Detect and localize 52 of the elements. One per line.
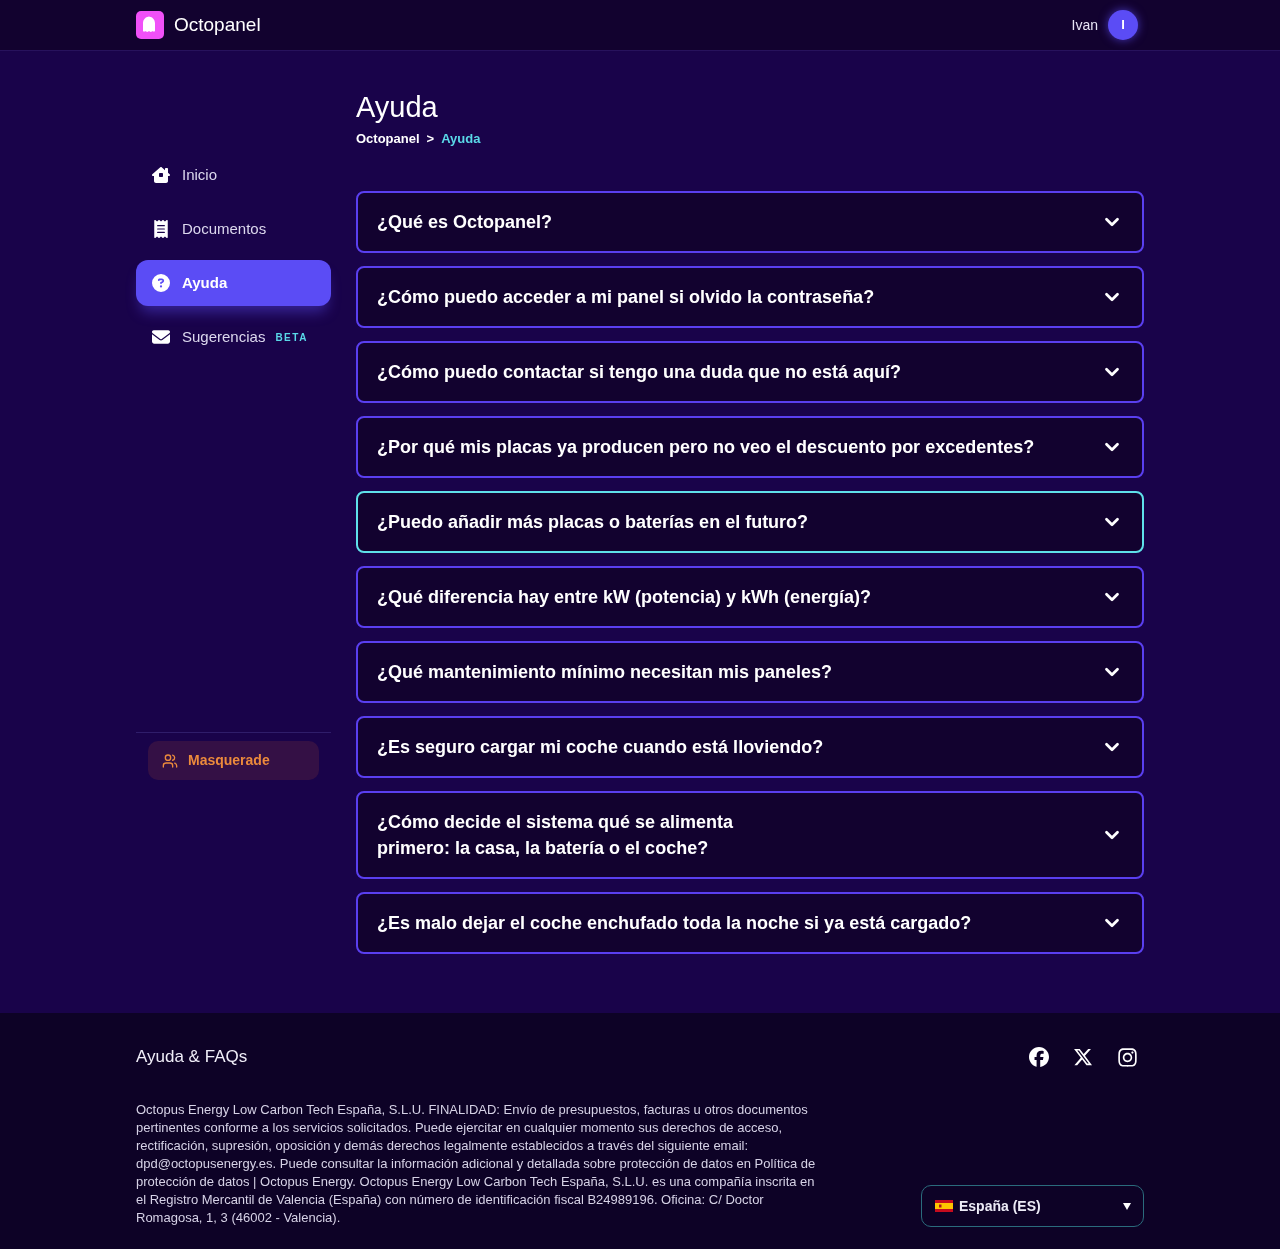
dropdown-caret-icon (1123, 1202, 1131, 1210)
faq-question: ¿Es seguro cargar mi coche cuando está lloviendo? (377, 736, 824, 759)
faq-accordion[interactable]: ¿Es seguro cargar mi coche cuando está lloviendo? (356, 716, 1144, 778)
footer-title: Ayuda & FAQs (136, 1046, 248, 1068)
user-name: Ivan (1071, 16, 1098, 34)
faq-question: ¿Es malo dejar el coche enchufado toda la noche si ya está cargado? (377, 912, 972, 935)
legal-text: Octopus Energy Low Carbon Tech España, S.L.U. FINALIDAD: Envío de presupuestos, facturas u otros documentos pertinentes conforme a los servicios solicitados. Puede ejercitar en cualquier momento sus derechos de acceso, rectificación, supresión, oposición y demás derechos legalmente establecidos a través del siguiente email: dpd@octopusenergy.es. Puede consultar la información adicional y detallada sobre protección de datos en Política de protección de datos | Octopus Energy. Octopus Energy Low Carbon Tech España, S.L.U. es una compañía inscrita en el Registro Mercantil de Valencia (España) con número de identificación fiscal B24989196. Oficina: C/ Doctor Romagosa, 1, 3 (46002 - Valencia). (136, 1101, 817, 1227)
faq-accordion[interactable]: ¿Cómo puedo contactar si tengo una duda que no está aquí? (356, 341, 1144, 403)
page-title: Ayuda (356, 90, 439, 125)
faq-accordion[interactable]: ¿Puedo añadir más placas o baterías en el futuro? (356, 491, 1144, 553)
logo-icon (136, 11, 164, 39)
language-select[interactable]: España (ES) (921, 1185, 1144, 1227)
sidebar-item-label: Documentos (182, 218, 267, 239)
faq-accordion[interactable]: ¿Cómo decide el sistema qué se alimenta primero: la casa, la batería o el coche? (356, 791, 1144, 879)
instagram-icon[interactable] (1117, 1046, 1138, 1068)
faq-accordion[interactable]: ¿Es malo dejar el coche enchufado toda la noche si ya está cargado? (356, 892, 1144, 954)
faq-question: ¿Qué es Octopanel? (377, 211, 553, 234)
faq-question: ¿Qué diferencia hay entre kW (potencia) y kWh (energía)? (377, 586, 872, 609)
sidebar-item[interactable]: Sugerencias BETA (136, 314, 331, 360)
faq-accordion[interactable]: ¿Cómo puedo acceder a mi panel si olvido la contraseña? (356, 266, 1144, 328)
brand-name[interactable]: Octopanel (174, 13, 261, 37)
faq-question: ¿Puedo añadir más placas o baterías en el futuro? (377, 511, 809, 534)
faq-question: ¿Cómo puedo contactar si tengo una duda que no está aquí? (377, 361, 902, 384)
facebook-icon[interactable] (1029, 1047, 1049, 1067)
mail-icon (152, 328, 170, 346)
spain-flag-icon (935, 1200, 953, 1212)
faq-accordion[interactable]: ¿Qué diferencia hay entre kW (potencia) y kWh (energía)? (356, 566, 1144, 628)
user-avatar[interactable]: I (1108, 10, 1138, 40)
home-icon (152, 166, 170, 184)
sidebar-item[interactable]: Ayuda (136, 260, 331, 306)
sidebar-item[interactable]: Inicio (136, 152, 331, 198)
faq-question: ¿Cómo decide el sistema qué se alimenta primero: la casa, la batería o el coche? (377, 811, 734, 860)
breadcrumb-link[interactable]: Ayuda (441, 130, 481, 148)
sidebar-item-label: Ayuda (182, 272, 228, 293)
receipt-icon (152, 220, 170, 238)
faq-accordion[interactable]: ¿Qué es Octopanel? (356, 191, 1144, 253)
sidebar-item[interactable]: Documentos (136, 206, 331, 252)
beta-tag: BETA (275, 329, 308, 345)
breadcrumb-link[interactable]: Octopanel (356, 130, 420, 148)
faq-accordion[interactable]: ¿Qué mantenimiento mínimo necesitan mis paneles? (356, 641, 1144, 703)
faq-accordion[interactable]: ¿Por qué mis placas ya producen pero no veo el descuento por excedentes? (356, 416, 1144, 478)
help-icon (152, 274, 170, 292)
sidebar-item-label: Sugerencias (182, 326, 266, 347)
language-value: España (ES) (959, 1196, 1042, 1216)
sidebar-item-label: Inicio (182, 164, 218, 185)
masquerade-button[interactable]: Masquerade (148, 741, 319, 780)
breadcrumb-separator: > (426, 130, 435, 148)
faq-question: ¿Qué mantenimiento mínimo necesitan mis paneles? (377, 661, 833, 684)
faq-question: ¿Cómo puedo acceder a mi panel si olvido la contraseña? (377, 286, 875, 309)
x-logo-icon[interactable] (1073, 1047, 1093, 1067)
faq-question: ¿Por qué mis placas ya producen pero no veo el descuento por excedentes? (377, 436, 1035, 459)
users-icon (162, 752, 178, 769)
